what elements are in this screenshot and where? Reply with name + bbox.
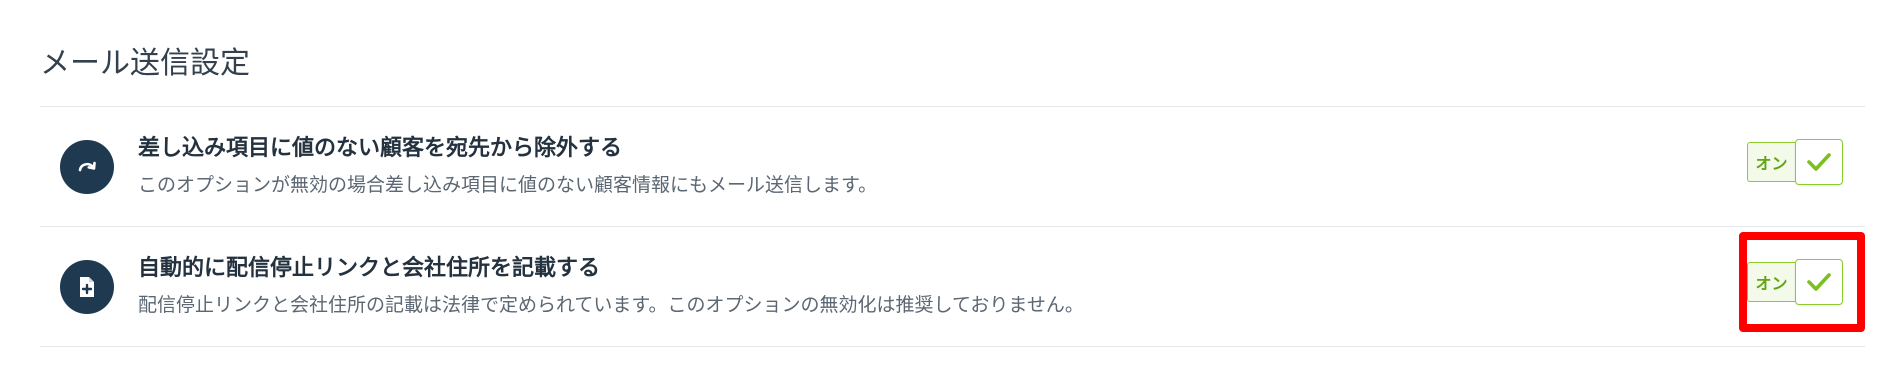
toggle-knob[interactable] bbox=[1795, 259, 1843, 305]
unsubscribe-link-toggle[interactable]: オン bbox=[1747, 259, 1843, 305]
toggle-on-label: オン bbox=[1747, 262, 1795, 302]
setting-text: 差し込み項目に値のない顧客を宛先から除外する このオプションが無効の場合差し込み… bbox=[138, 134, 1695, 199]
setting-title: 自動的に配信停止リンクと会社住所を記載する bbox=[138, 256, 601, 281]
checkmark-icon bbox=[1807, 153, 1831, 171]
toggle-knob[interactable] bbox=[1795, 139, 1843, 185]
setting-description: 配信停止リンクと会社住所の記載は法律で定められています。このオプションの無効化は… bbox=[138, 294, 1084, 316]
file-plus-icon bbox=[60, 260, 114, 314]
checkmark-icon bbox=[1807, 273, 1831, 291]
section-title: メール送信設定 bbox=[40, 46, 250, 81]
redo-arrow-icon bbox=[60, 140, 114, 194]
setting-row-exclude-empty-merge: 差し込み項目に値のない顧客を宛先から除外する このオプションが無効の場合差し込み… bbox=[40, 107, 1865, 227]
exclude-empty-merge-toggle[interactable]: オン bbox=[1747, 139, 1843, 185]
toggle-on-label: オン bbox=[1747, 142, 1795, 182]
setting-title: 差し込み項目に値のない顧客を宛先から除外する bbox=[138, 136, 623, 161]
setting-text: 自動的に配信停止リンクと会社住所を記載する 配信停止リンクと会社住所の記載は法律… bbox=[138, 254, 1695, 319]
setting-description: このオプションが無効の場合差し込み項目に値のない顧客情報にもメール送信します。 bbox=[138, 174, 878, 196]
settings-list: 差し込み項目に値のない顧客を宛先から除外する このオプションが無効の場合差し込み… bbox=[40, 106, 1865, 347]
setting-row-unsubscribe-link: 自動的に配信停止リンクと会社住所を記載する 配信停止リンクと会社住所の記載は法律… bbox=[40, 227, 1865, 347]
